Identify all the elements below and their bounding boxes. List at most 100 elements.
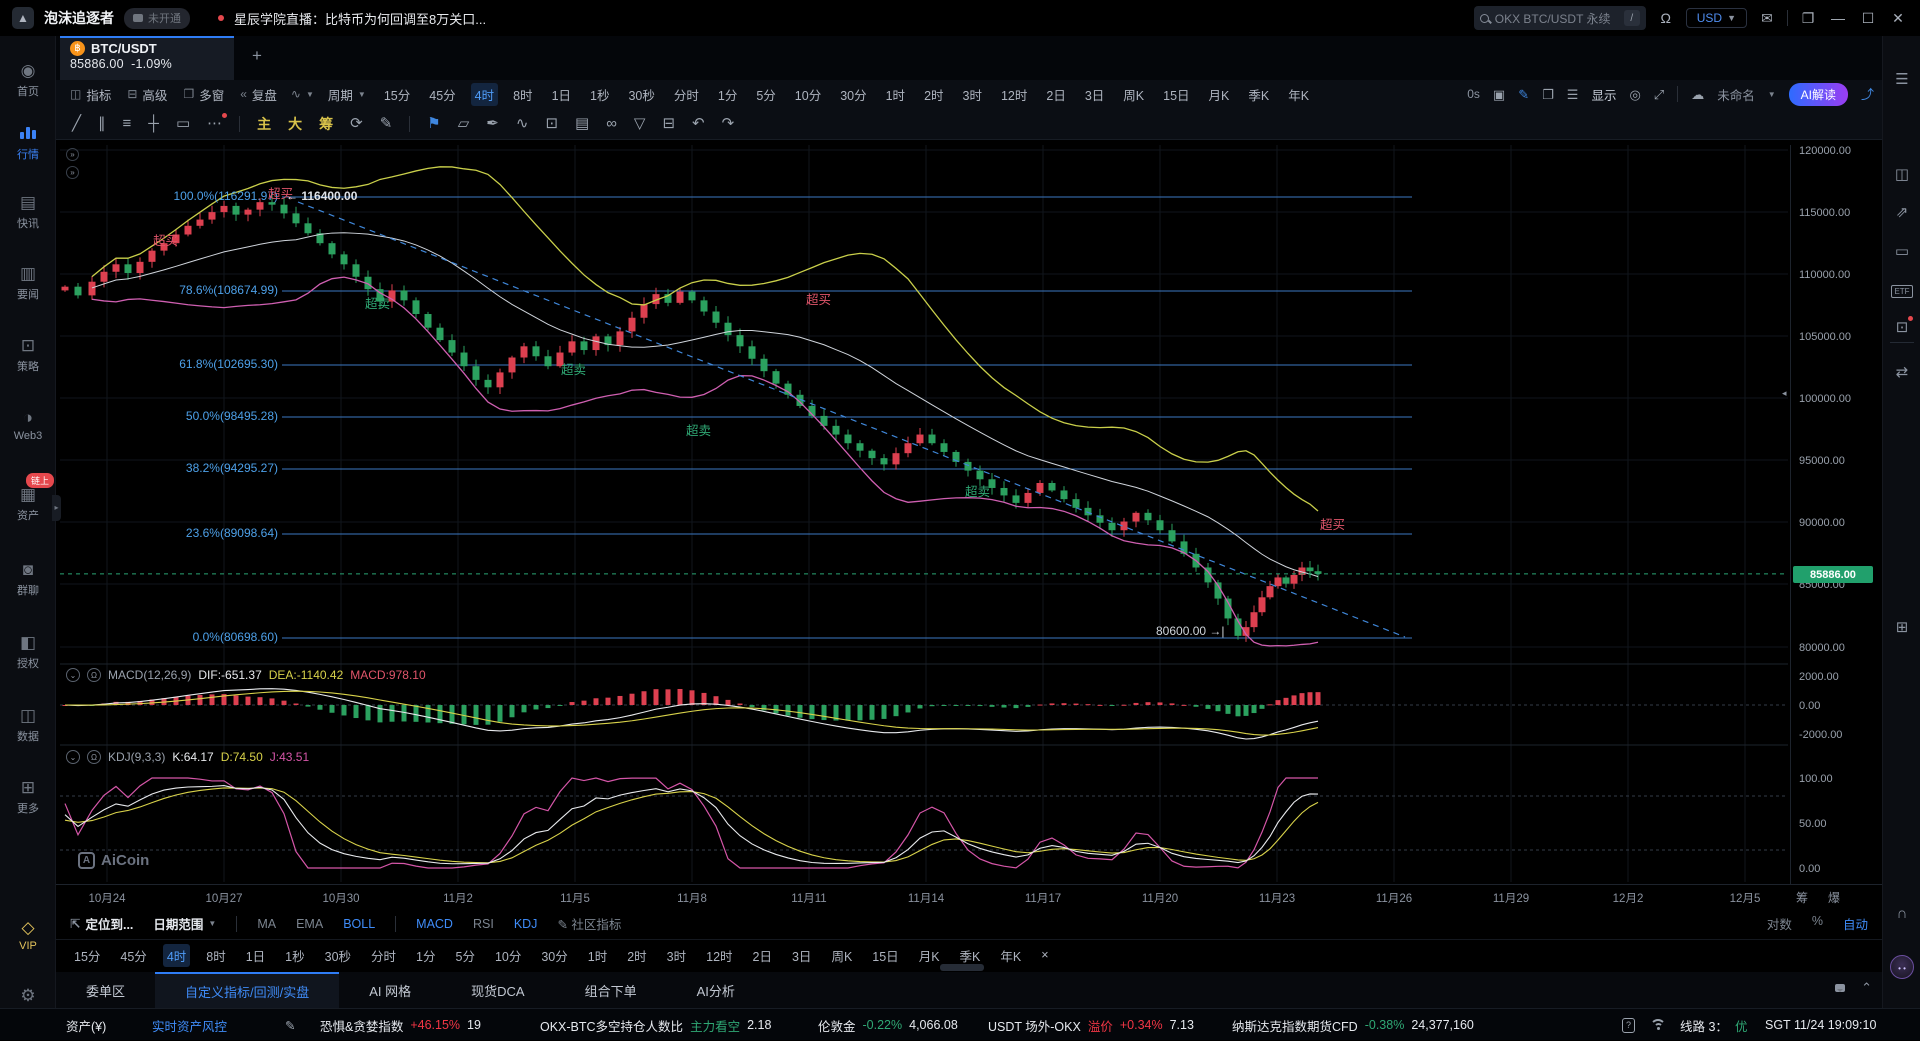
sidebar-item-group-chat[interactable]: ◙群聊: [0, 560, 56, 598]
main-chart-button[interactable]: 主: [257, 117, 271, 131]
timeframe-1分[interactable]: 1分: [714, 83, 741, 106]
ai-bot-icon[interactable]: ⊡: [1883, 318, 1920, 336]
timeframe-30分[interactable]: 30分: [836, 83, 870, 106]
redo-icon[interactable]: ↷: [722, 116, 735, 131]
add-tab-button[interactable]: +: [252, 46, 262, 66]
collapse-circle-icon[interactable]: ⌄: [66, 668, 80, 682]
new-window-icon[interactable]: ❐: [1542, 88, 1554, 101]
pip-window-icon[interactable]: ❐: [1798, 10, 1818, 27]
sidebar-item-flash-news[interactable]: ▤快讯: [0, 193, 56, 231]
scale-option-%[interactable]: %: [1812, 914, 1823, 933]
sidebar-settings-button[interactable]: ⚙: [0, 986, 56, 1006]
search-input[interactable]: OKX BTC/USDT 永续 /: [1474, 6, 1646, 30]
filter-icon[interactable]: ▽: [634, 116, 646, 131]
panel-icon[interactable]: ⊞: [1883, 618, 1920, 636]
timeframe-2时[interactable]: 2时: [920, 83, 947, 106]
pane-collapse-icon[interactable]: »: [66, 166, 79, 179]
maximize-button[interactable]: ☐: [1858, 10, 1878, 27]
tab-btcusdt[interactable]: ฿ BTC/USDT 85886.00 -1.09%: [60, 36, 234, 80]
rectangle-icon[interactable]: ▭: [176, 116, 190, 131]
delete-icon[interactable]: ⊟: [662, 116, 675, 131]
bottom-tab-AI分析[interactable]: AI分析: [667, 972, 765, 1008]
timeframe-3日[interactable]: 3日: [1081, 83, 1108, 106]
pattern-icon[interactable]: ∿: [516, 116, 529, 131]
sidebar-item-authorization[interactable]: ◧授权: [0, 633, 56, 671]
scale-option-对数[interactable]: 对数: [1767, 914, 1792, 933]
parallel-channel-icon[interactable]: ∥: [98, 116, 106, 131]
timeframe-15分[interactable]: 15分: [380, 83, 414, 106]
timeframe-1秒[interactable]: 1秒: [586, 83, 613, 106]
sidebar-item-strategy[interactable]: ⊡策略: [0, 336, 56, 374]
bottom-tab-现货DCA[interactable]: 现货DCA: [441, 972, 554, 1008]
link-icon[interactable]: ∞: [606, 116, 617, 131]
close-timeframe-bar-icon[interactable]: ×: [1037, 946, 1052, 964]
pane-collapse-icon[interactable]: »: [66, 148, 79, 161]
collapse-circle-icon[interactable]: ⌄: [66, 750, 80, 764]
timeframe-12时[interactable]: 12时: [702, 944, 736, 967]
network-line-status[interactable]: 线路 3：优: [1680, 1009, 1747, 1041]
refresh-icon[interactable]: ⟳: [350, 116, 363, 131]
date-range-button[interactable]: 日期范围▼: [153, 914, 216, 933]
live-broadcast-link[interactable]: 星辰学院直播：比特币为何回调至8万关口...: [234, 9, 486, 28]
timeframe-3时[interactable]: 3时: [959, 83, 986, 106]
fear-greed-index[interactable]: 恐惧&贪婪指数+46.15%19: [320, 1009, 481, 1041]
trend-icon[interactable]: ⇗: [1883, 203, 1920, 221]
timeframe-周K[interactable]: 周K: [1119, 83, 1148, 106]
assets-label[interactable]: 资产(¥): [66, 1009, 106, 1041]
list-icon[interactable]: ☰: [1567, 88, 1579, 101]
timeframe-2时[interactable]: 2时: [623, 944, 650, 967]
ai-interpret-button[interactable]: AI解读: [1789, 83, 1848, 106]
fullscreen-icon[interactable]: ⤢: [1654, 88, 1664, 101]
usdt-premium-quote[interactable]: USDT 场外-OKX溢价+0.34%7.13: [988, 1009, 1194, 1041]
timeframe-5分[interactable]: 5分: [752, 83, 779, 106]
nasdaq-futures-quote[interactable]: 纳斯达克指数期货CFD-0.38%24,377,160: [1232, 1009, 1474, 1041]
replay-button[interactable]: «复盘: [240, 85, 277, 104]
chart-style-select[interactable]: ∿▼: [291, 87, 314, 101]
timeframe-30分[interactable]: 30分: [537, 944, 571, 967]
bell-icon[interactable]: Ω: [1656, 10, 1676, 26]
price-scale[interactable]: 120000.00115000.00110000.00105000.001000…: [1790, 145, 1880, 884]
message-icon[interactable]: [1835, 980, 1845, 996]
cycle-select[interactable]: 周期▼: [328, 85, 366, 104]
indicator-KDJ[interactable]: KDJ: [514, 917, 538, 931]
indicator-MACD[interactable]: MACD: [416, 917, 453, 931]
timeframe-2日[interactable]: 2日: [1042, 83, 1069, 106]
timeframe-1时[interactable]: 1时: [882, 83, 909, 106]
trend-line-icon[interactable]: ╱: [72, 116, 81, 131]
timeframe-8时[interactable]: 8时: [202, 944, 229, 967]
sidebar-item-home[interactable]: ◉首页: [0, 61, 56, 99]
pane-drag-handle[interactable]: [940, 964, 984, 971]
locate-button[interactable]: ⇱定位到...: [70, 914, 133, 933]
funds-icon[interactable]: ◫: [1883, 165, 1920, 183]
timeframe-分时[interactable]: 分时: [367, 944, 400, 967]
timeframe-15日[interactable]: 15日: [868, 944, 902, 967]
mail-icon[interactable]: ✉: [1757, 10, 1777, 27]
timeframe-10分[interactable]: 10分: [491, 944, 525, 967]
not-activated-badge[interactable]: 未开通: [124, 8, 190, 29]
community-indicators-button[interactable]: ✎ 社区指标: [557, 914, 621, 933]
timeframe-1时[interactable]: 1时: [584, 944, 611, 967]
axis-extra-label[interactable]: 筹: [1796, 889, 1808, 906]
currency-select[interactable]: USD▼: [1686, 8, 1747, 28]
realtime-risk-link[interactable]: 实时资产风控: [152, 1009, 227, 1041]
enlarge-button[interactable]: 大: [288, 117, 302, 131]
swap-icon[interactable]: ⇄: [1883, 363, 1920, 381]
timeframe-2日[interactable]: 2日: [749, 944, 776, 967]
timeframe-月K[interactable]: 月K: [915, 944, 944, 967]
timeframe-1秒[interactable]: 1秒: [281, 944, 308, 967]
long-short-ratio[interactable]: OKX-BTC多空持仓人数比主力看空2.18: [540, 1009, 771, 1041]
scale-option-自动[interactable]: 自动: [1843, 914, 1868, 933]
undo-icon[interactable]: ↶: [692, 116, 705, 131]
indicators-button[interactable]: ◫指标: [70, 85, 111, 104]
timeframe-30秒[interactable]: 30秒: [321, 944, 355, 967]
edit-pencil-icon[interactable]: ✎: [285, 1009, 295, 1041]
timeframe-15日[interactable]: 15日: [1159, 83, 1193, 106]
indicator-RSI[interactable]: RSI: [473, 917, 494, 931]
indicator-EMA[interactable]: EMA: [296, 917, 323, 931]
timeframe-1日[interactable]: 1日: [242, 944, 269, 967]
timeframe-30秒[interactable]: 30秒: [624, 83, 658, 106]
multi-window-button[interactable]: ❐多窗: [183, 85, 224, 104]
target-icon[interactable]: ◎: [1629, 88, 1640, 101]
headset-icon[interactable]: ∩: [1883, 905, 1920, 922]
cross-line-icon[interactable]: ┼: [148, 116, 159, 131]
